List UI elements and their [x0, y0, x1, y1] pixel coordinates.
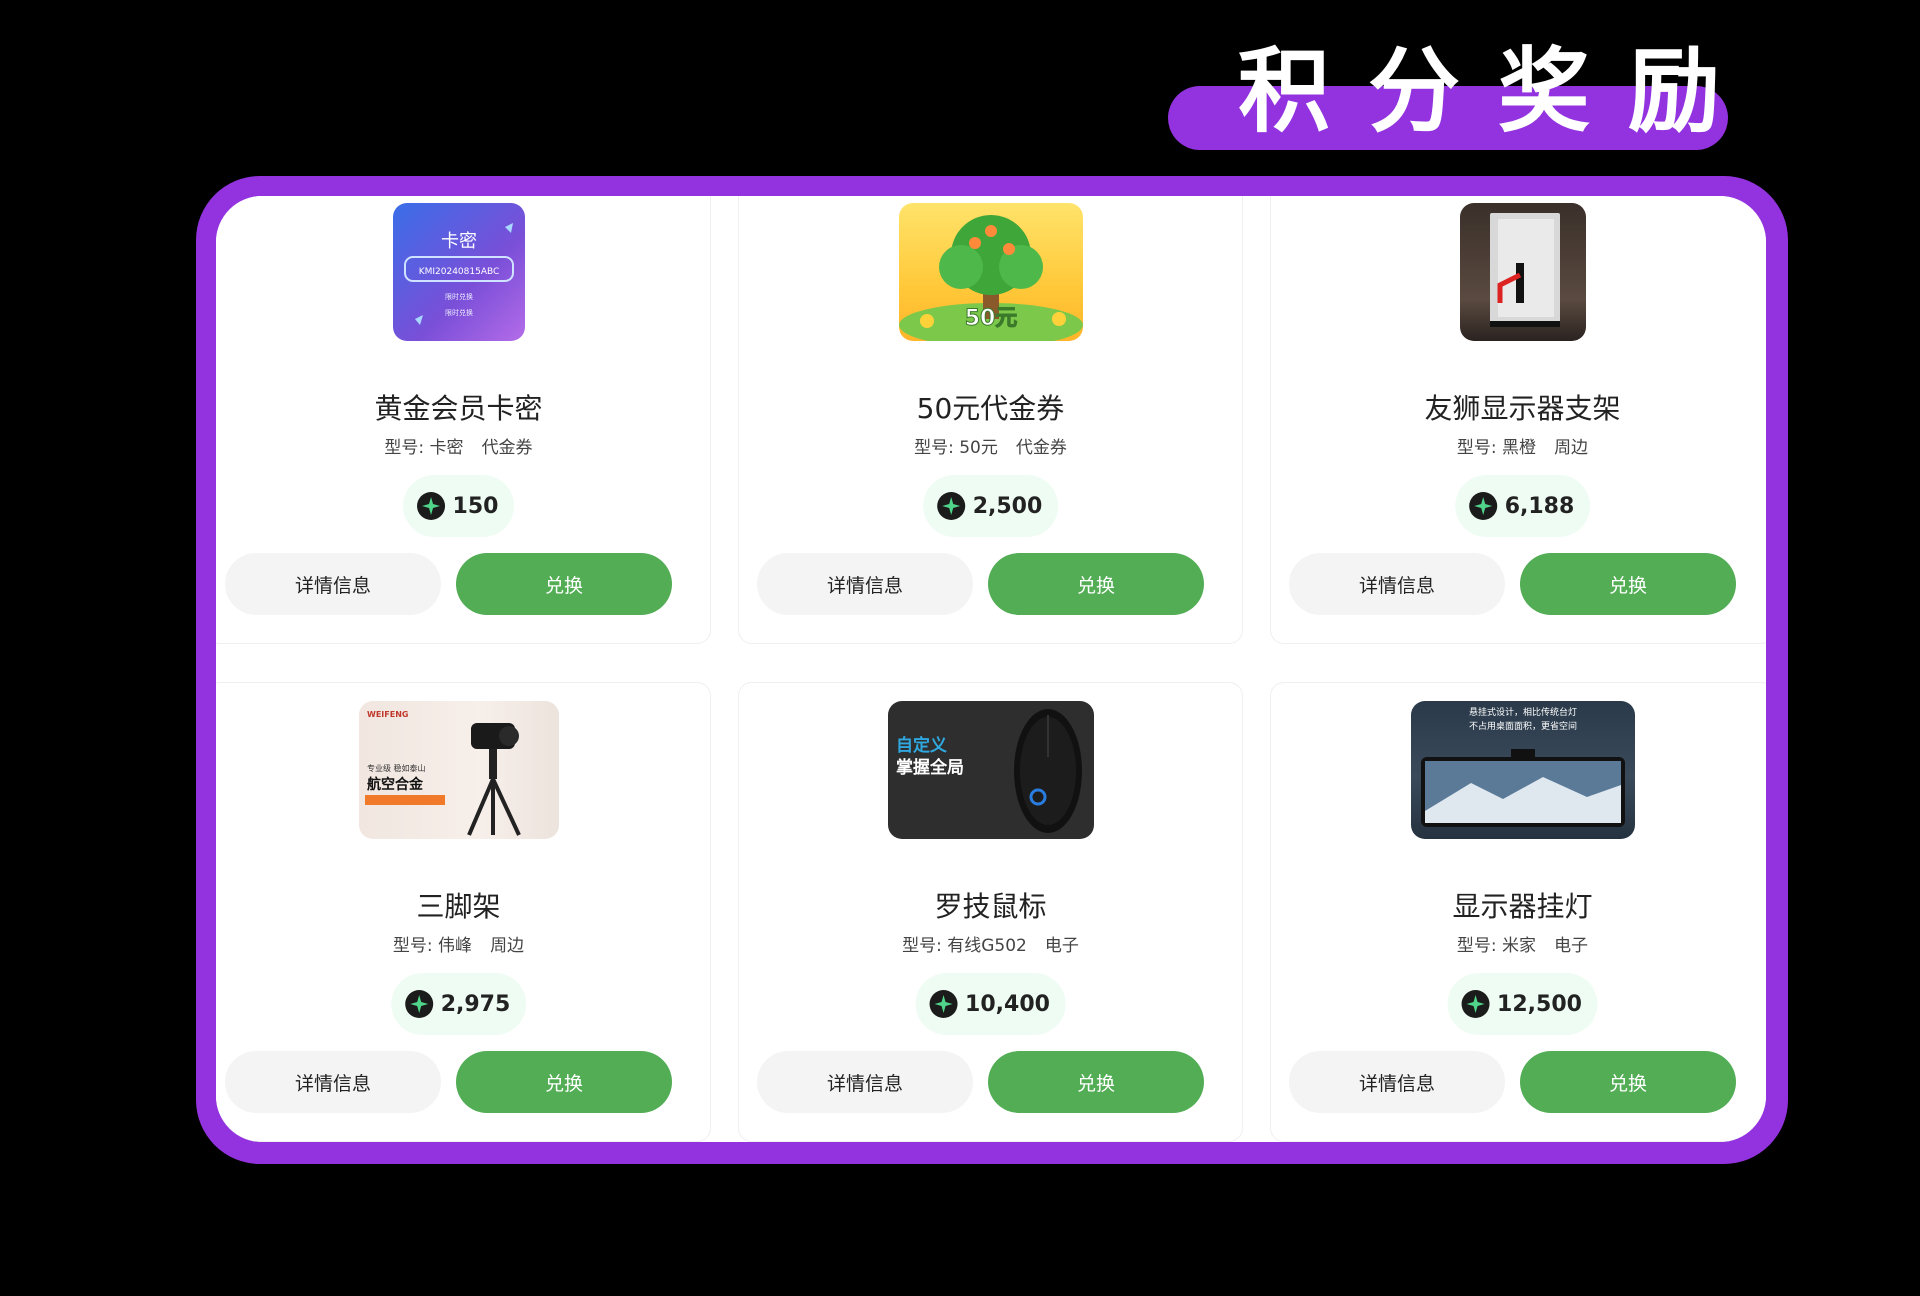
product-model: 型号: 有线G502: [902, 936, 1027, 956]
detail-button[interactable]: 详情信息: [1289, 1051, 1505, 1113]
thumb-text: 50元: [964, 306, 1017, 331]
product-meta: 型号: 米家 电子: [1271, 931, 1766, 956]
thumb-brand: WEIFENG: [367, 710, 408, 719]
product-model: 型号: 伟峰: [392, 936, 473, 956]
product-price: 2,975: [390, 973, 527, 1035]
thumb-heading: 卡密: [441, 231, 477, 252]
redeem-button[interactable]: 兑换: [1520, 553, 1736, 615]
product-price: 10,400: [915, 973, 1066, 1035]
product-price: 6,188: [1454, 475, 1591, 537]
product-name: 友狮显示器支架: [1424, 392, 1621, 425]
product-category: 代金券: [481, 438, 533, 458]
product-name: 三脚架: [416, 890, 501, 923]
star-coin-icon: [1468, 492, 1497, 520]
product-name: 黄金会员卡密: [374, 392, 543, 425]
product-price: 2,500: [922, 475, 1059, 537]
product-meta: 型号: 黑橙 周边: [1271, 433, 1766, 458]
redeem-button[interactable]: 兑换: [1520, 1051, 1736, 1113]
star-coin-icon: [404, 990, 433, 1018]
product-image-card-key: 卡密 KMI20240815ABC 限时兑换 限时兑换: [392, 203, 525, 341]
product-category: 周边: [1554, 438, 1589, 458]
detail-button[interactable]: 详情信息: [225, 1051, 441, 1113]
detail-button[interactable]: 详情信息: [225, 553, 441, 615]
product-card: 卡密 KMI20240815ABC 限时兑换 限时兑换 黄金会员卡密 型号: 卡…: [216, 196, 711, 644]
product-meta: 型号: 卡密 代金券: [216, 433, 710, 458]
rewards-page: 积分奖励 卡密 KMI20240815ABC 限时兑换 限时兑换 黄金会员卡密 …: [0, 0, 1920, 1296]
points-amount: 2,500: [972, 493, 1043, 519]
product-card: 50元 50元代金券 型号: 50元 代金券 2,500 详情信息 兑换: [738, 196, 1243, 644]
product-category: 周边: [490, 936, 525, 956]
points-amount: 10,400: [965, 991, 1050, 1017]
thumb-line1: 专业级 稳如泰山: [367, 763, 426, 773]
product-card: 自定义 掌握全局 罗技鼠标 型号: 有线G502 电子 10,400 详情信息 …: [738, 682, 1243, 1142]
product-price: 12,500: [1447, 973, 1598, 1035]
product-meta: 型号: 有线G502 电子: [739, 931, 1242, 956]
points-amount: 12,500: [1497, 991, 1582, 1017]
detail-button[interactable]: 详情信息: [1289, 553, 1505, 615]
redeem-button[interactable]: 兑换: [988, 1051, 1204, 1113]
star-coin-icon: [936, 492, 965, 520]
product-name: 50元代金券: [916, 392, 1065, 425]
points-amount: 2,975: [440, 991, 511, 1017]
product-meta: 型号: 50元 代金券: [739, 433, 1242, 458]
star-coin-icon: [416, 492, 445, 520]
product-card: 悬挂式设计，相比传统台灯 不占用桌面面积，更省空间 显示器挂灯 型号: 米家 电子: [1270, 682, 1766, 1142]
thumb-line1: 限时兑换: [445, 292, 473, 301]
product-image-monitor-arm: [1459, 203, 1586, 341]
thumb-line2: 不占用桌面面积，更省空间: [1468, 720, 1576, 732]
thumb-line2: 限时兑换: [445, 308, 473, 317]
thumb-line2: 掌握全局: [896, 757, 964, 778]
product-category: 电子: [1554, 936, 1589, 956]
product-category: 代金券: [1015, 438, 1067, 458]
product-model: 型号: 黑橙: [1456, 438, 1537, 458]
redeem-button[interactable]: 兑换: [988, 553, 1204, 615]
product-price: 150: [402, 475, 515, 537]
points-amount: 150: [452, 493, 499, 519]
product-image-voucher: 50元: [898, 203, 1083, 341]
points-amount: 6,188: [1504, 493, 1575, 519]
redeem-button[interactable]: 兑换: [456, 553, 672, 615]
product-model: 型号: 卡密: [384, 438, 464, 458]
product-model: 型号: 米家: [1456, 936, 1537, 956]
thumb-line1: 悬挂式设计，相比传统台灯: [1468, 706, 1576, 718]
product-image-tripod: WEIFENG 专业级 稳如泰山 航空合金: [358, 701, 559, 839]
product-card: 友狮显示器支架 型号: 黑橙 周边 6,188 详情信息 兑换: [1270, 196, 1766, 644]
product-name: 罗技鼠标: [934, 890, 1047, 923]
thumb-line2: 航空合金: [367, 776, 424, 793]
star-coin-icon: [1461, 990, 1490, 1018]
product-meta: 型号: 伟峰 周边: [216, 931, 710, 956]
redeem-button[interactable]: 兑换: [456, 1051, 672, 1113]
thumb-line1: 自定义: [896, 735, 947, 756]
product-card: WEIFENG 专业级 稳如泰山 航空合金 三脚架 型号: 伟峰 周边 2,97…: [216, 682, 711, 1142]
product-image-monitor-light: 悬挂式设计，相比传统台灯 不占用桌面面积，更省空间: [1410, 701, 1635, 839]
detail-button[interactable]: 详情信息: [757, 1051, 973, 1113]
product-grid: 卡密 KMI20240815ABC 限时兑换 限时兑换 黄金会员卡密 型号: 卡…: [216, 196, 1766, 1142]
product-name: 显示器挂灯: [1452, 890, 1593, 923]
rewards-panel: 卡密 KMI20240815ABC 限时兑换 限时兑换 黄金会员卡密 型号: 卡…: [216, 196, 1766, 1142]
product-model: 型号: 50元: [914, 438, 998, 458]
star-coin-icon: [929, 990, 958, 1018]
product-image-mouse: 自定义 掌握全局: [887, 701, 1094, 839]
rewards-frame: 卡密 KMI20240815ABC 限时兑换 限时兑换 黄金会员卡密 型号: 卡…: [196, 176, 1788, 1164]
thumb-code: KMI20240815ABC: [418, 267, 499, 277]
page-title: 积分奖励: [1238, 38, 1759, 145]
detail-button[interactable]: 详情信息: [757, 553, 973, 615]
product-category: 电子: [1044, 936, 1079, 956]
